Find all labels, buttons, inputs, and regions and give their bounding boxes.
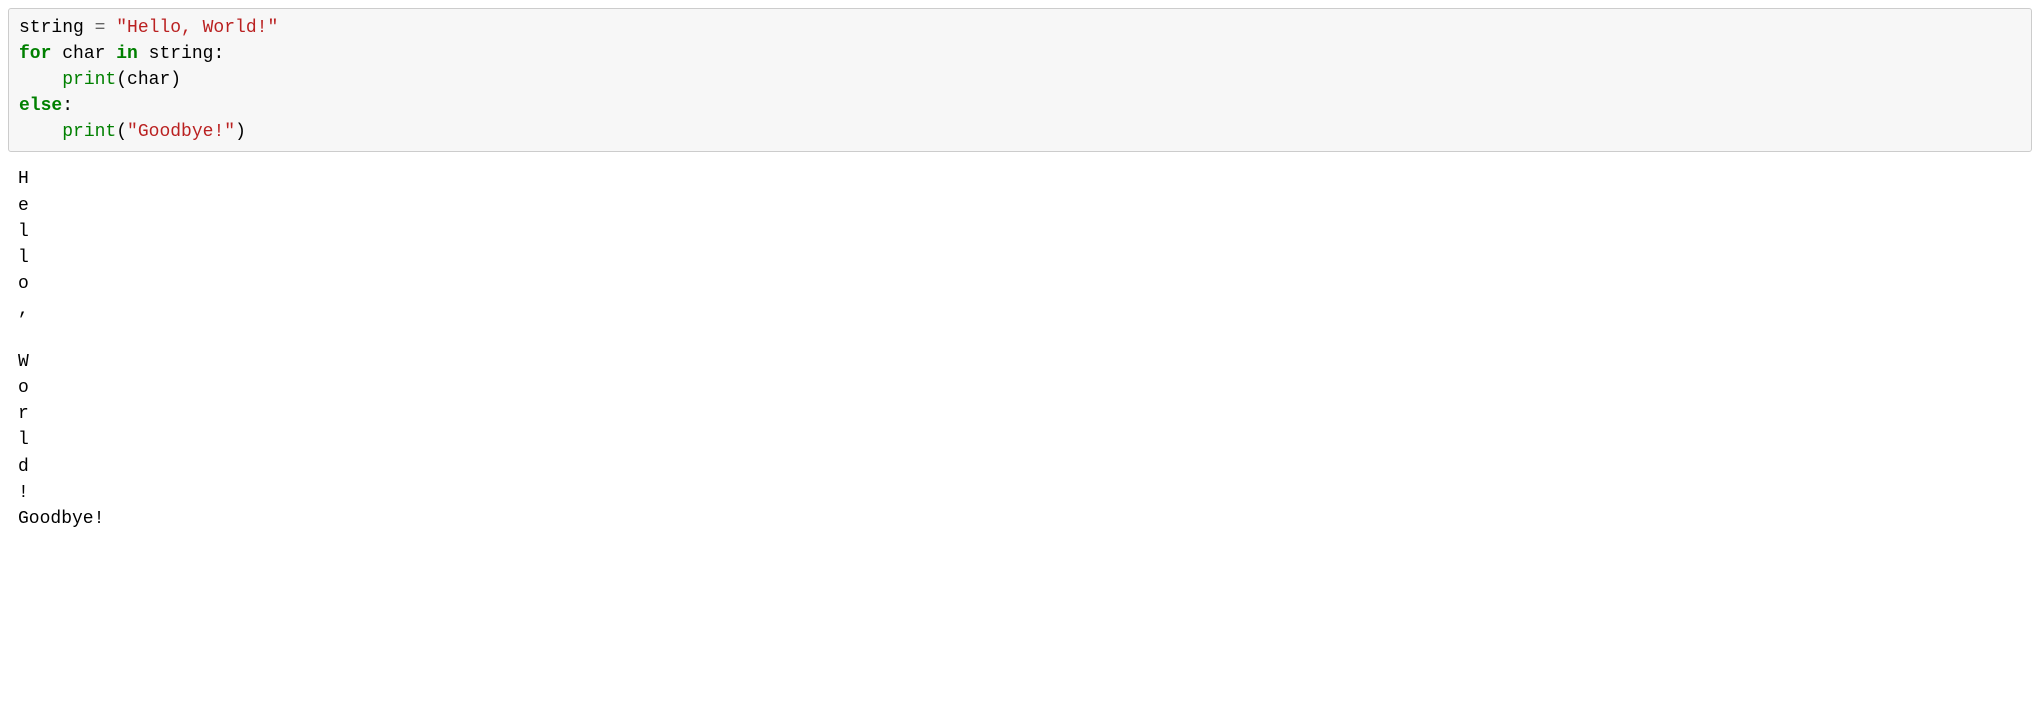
loop-variable: char (62, 44, 105, 64)
close-paren: ) (235, 122, 246, 142)
output-cell: H e l l o , W o r l d ! Goodbye! (8, 162, 2032, 535)
assign-operator: = (84, 18, 116, 38)
print-function: print (62, 70, 116, 90)
code-cell: string = "Hello, World!" for char in str… (8, 8, 2032, 152)
code-line-4: else: (19, 96, 73, 116)
open-paren: ( (116, 70, 127, 90)
colon: : (213, 44, 224, 64)
for-keyword: for (19, 44, 51, 64)
string-literal: "Hello, World!" (116, 18, 278, 38)
code-line-3: print(char) (19, 70, 181, 90)
code-line-5: print("Goodbye!") (19, 122, 246, 142)
iterable-name: string (149, 44, 214, 64)
code-line-2: for char in string: (19, 44, 224, 64)
string-literal: "Goodbye!" (127, 122, 235, 142)
colon: : (62, 96, 73, 116)
code-line-1: string = "Hello, World!" (19, 18, 278, 38)
print-function: print (62, 122, 116, 142)
variable-name: string (19, 18, 84, 38)
close-paren: ) (170, 70, 181, 90)
open-paren: ( (116, 122, 127, 142)
in-keyword: in (116, 44, 138, 64)
else-keyword: else (19, 96, 62, 116)
print-arg: char (127, 70, 170, 90)
